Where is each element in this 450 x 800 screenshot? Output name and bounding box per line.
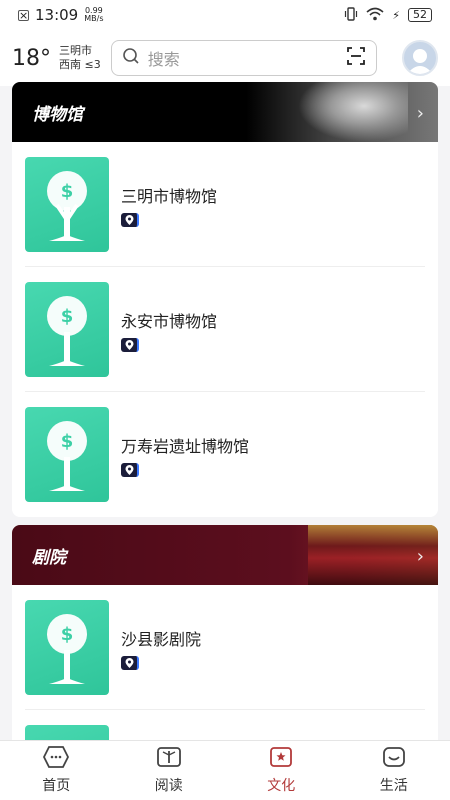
search-icon xyxy=(122,47,140,69)
theatre-section-title: 剧院 xyxy=(32,547,66,568)
list-item[interactable]: $ 永安市博物馆 xyxy=(12,267,438,392)
venue-name: 万寿岩遗址博物馆 xyxy=(121,436,250,456)
list-item[interactable]: $ 万寿岩遗址博物馆 xyxy=(12,392,438,517)
charging-icon: ⚡ xyxy=(392,8,400,22)
theatre-section: 剧院 › $ 沙县影剧院 xyxy=(12,525,438,742)
avatar[interactable] xyxy=(402,40,438,76)
weather-location[interactable]: 三明市 西南 ≤3 xyxy=(59,44,101,72)
list-item[interactable]: $ 三明市博物馆 xyxy=(12,142,438,267)
museum-section: 博物馆 › $ 三明市博物馆 $ 永安市博物馆 $ 万寿岩遗址博物馆 xyxy=(12,82,438,517)
home-icon xyxy=(43,746,70,772)
museum-section-title: 博物馆 xyxy=(32,104,83,125)
tree-logo-thumbnail: $ xyxy=(25,600,109,695)
weather-city: 三明市 xyxy=(59,44,92,57)
tree-logo-thumbnail: $ xyxy=(25,157,109,252)
scan-icon[interactable] xyxy=(346,46,366,70)
tab-reading-label: 阅读 xyxy=(154,778,183,794)
museum-banner[interactable]: 博物馆 › xyxy=(12,82,438,142)
book-icon xyxy=(156,746,182,772)
tree-logo-thumbnail: $ xyxy=(25,407,109,502)
location-pin-icon[interactable] xyxy=(121,655,139,670)
search-input[interactable]: 搜索 xyxy=(110,40,377,76)
chevron-right-icon[interactable]: › xyxy=(417,103,424,124)
net-speed: 0.99 MB/s xyxy=(84,6,104,23)
life-icon xyxy=(381,746,407,772)
tab-reading[interactable]: 阅读 xyxy=(113,741,226,800)
location-pin-icon[interactable] xyxy=(121,337,139,352)
tab-home-label: 首页 xyxy=(42,778,71,794)
svg-text:$: $ xyxy=(61,624,74,645)
chevron-right-icon[interactable]: › xyxy=(417,546,424,567)
weather-wind: 西南 ≤3 xyxy=(59,58,101,71)
venue-name: 沙县影剧院 xyxy=(121,629,202,649)
tab-life[interactable]: 生活 xyxy=(338,741,450,800)
culture-icon xyxy=(268,746,294,772)
statue-image xyxy=(298,82,408,142)
weather-temperature[interactable]: 18° xyxy=(12,46,51,71)
tab-home[interactable]: 首页 xyxy=(0,741,113,800)
location-pin-icon[interactable] xyxy=(121,212,139,227)
vibrate-icon xyxy=(344,6,358,24)
tab-life-label: 生活 xyxy=(379,778,408,794)
theatre-banner[interactable]: 剧院 › xyxy=(12,525,438,585)
status-bar: × 13:09 0.99 MB/s ⚡ 52 xyxy=(0,0,450,30)
wifi-icon xyxy=(366,7,384,24)
venue-name: 永安市博物馆 xyxy=(121,311,218,331)
header: 18° 三明市 西南 ≤3 搜索 xyxy=(0,30,450,86)
bottom-tab-bar: 首页 阅读 文化 生活 xyxy=(0,740,450,800)
location-pin-icon[interactable] xyxy=(121,462,139,477)
battery-level: 52 xyxy=(408,8,432,22)
status-time: 13:09 xyxy=(35,6,79,24)
venue-name: 三明市博物馆 xyxy=(121,186,218,206)
notification-close-icon: × xyxy=(18,8,29,22)
svg-text:$: $ xyxy=(61,431,74,452)
tab-culture-label: 文化 xyxy=(267,778,296,794)
tree-logo-thumbnail: $ xyxy=(25,282,109,377)
svg-text:$: $ xyxy=(61,306,74,327)
content-list[interactable]: 博物馆 › $ 三明市博物馆 $ 永安市博物馆 $ 万寿岩遗址博物馆 剧院 › … xyxy=(12,82,438,742)
list-item[interactable]: $ 沙县影剧院 xyxy=(12,585,438,710)
tab-culture[interactable]: 文化 xyxy=(225,741,338,800)
list-item[interactable] xyxy=(12,710,438,742)
svg-text:$: $ xyxy=(61,181,74,202)
search-placeholder: 搜索 xyxy=(147,50,180,69)
